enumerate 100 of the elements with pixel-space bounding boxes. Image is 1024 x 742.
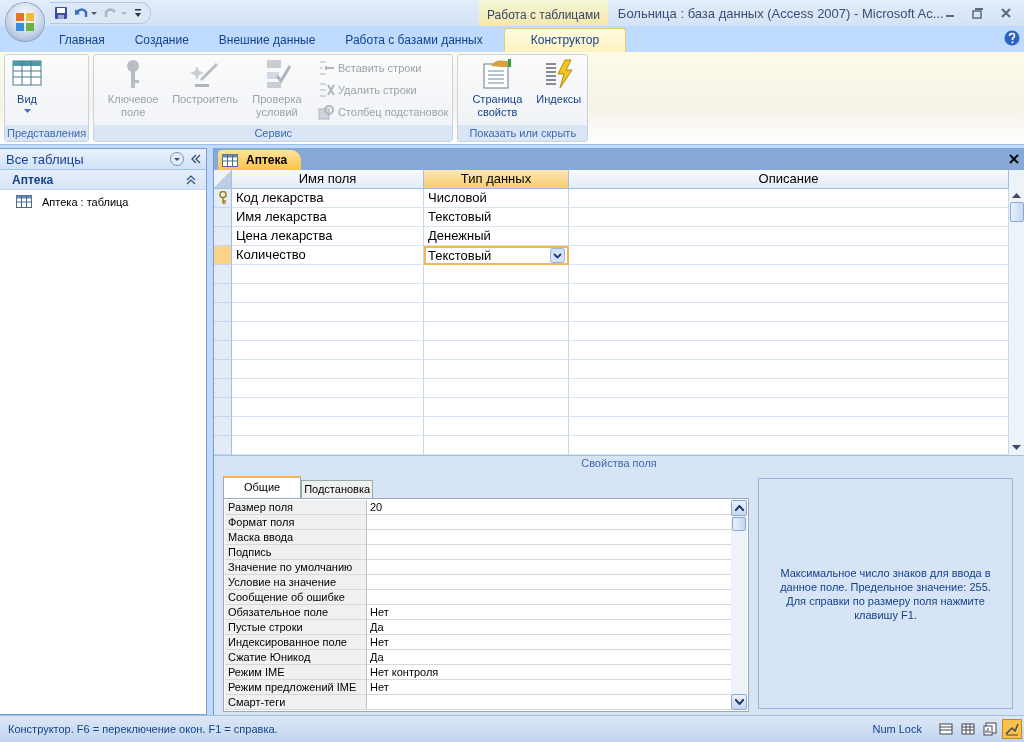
property-label: Подпись bbox=[225, 545, 367, 560]
pivot-chart-icon bbox=[982, 721, 998, 737]
property-field[interactable]: Да bbox=[367, 620, 731, 635]
design-view-icon bbox=[1004, 721, 1020, 737]
scroll-thumb[interactable] bbox=[732, 517, 746, 531]
table-cell: Количество bbox=[232, 246, 424, 265]
row-selector[interactable] bbox=[214, 417, 232, 436]
view-button[interactable] bbox=[1002, 719, 1022, 739]
customize-icon[interactable] bbox=[134, 8, 142, 18]
column-header[interactable]: Тип данных bbox=[424, 170, 569, 189]
property-tab[interactable]: Общие bbox=[223, 476, 302, 498]
row-selector[interactable] bbox=[214, 246, 232, 265]
ribbon-tab[interactable]: Внешние данные bbox=[203, 29, 331, 52]
ribbon-tab[interactable]: Главная bbox=[44, 29, 120, 52]
table-icon bbox=[16, 195, 32, 208]
group-label: Представления bbox=[5, 125, 89, 141]
collapse-pane-icon[interactable] bbox=[190, 153, 202, 165]
squares-icon bbox=[14, 11, 36, 33]
row-selector[interactable] bbox=[214, 265, 232, 284]
scroll-up-icon bbox=[734, 505, 744, 511]
table-cell: Код лекарства bbox=[232, 189, 424, 208]
scroll-thumb[interactable] bbox=[1009, 202, 1024, 222]
help-text: Максимальное число знаков для ввода в данное поле. Предельное значение: 255. Для справки по размеру поля нажмите клавишу F1. bbox=[779, 565, 992, 622]
property-label: Сообщение об ошибке bbox=[225, 590, 367, 605]
property-label: Режим предложений IME bbox=[225, 680, 367, 695]
column-header[interactable]: Описание bbox=[569, 170, 1009, 189]
datasheet-view-icon bbox=[938, 721, 954, 737]
group-label: Сервис bbox=[94, 125, 453, 141]
row-selector[interactable] bbox=[214, 322, 232, 341]
close-icon[interactable] bbox=[1009, 154, 1019, 164]
data-type-dropdown[interactable]: Текстовый bbox=[424, 246, 569, 265]
select-all-corner[interactable] bbox=[214, 170, 232, 189]
ribbon-tab[interactable]: Создание bbox=[119, 29, 204, 52]
property-label: Формат поля bbox=[225, 515, 367, 530]
row-selector[interactable] bbox=[214, 208, 232, 227]
property-sheet-icon bbox=[481, 58, 514, 90]
group-label: Показать или скрыть bbox=[458, 125, 588, 141]
scroll-down-button[interactable] bbox=[731, 694, 747, 710]
table-icon bbox=[222, 153, 238, 167]
caret-icon bbox=[23, 109, 31, 113]
help-icon[interactable] bbox=[1004, 30, 1020, 46]
save-icon[interactable] bbox=[54, 6, 68, 20]
property-field[interactable]: Нет bbox=[367, 680, 731, 695]
scroll-up-icon bbox=[1012, 192, 1021, 198]
ribbon-button[interactable]: Индексы bbox=[534, 58, 584, 125]
collapse-icon bbox=[186, 174, 196, 185]
table-cell: Текстовый bbox=[424, 208, 569, 227]
ribbon-tab[interactable]: Работа с базами данных bbox=[330, 29, 498, 52]
property-label: Маска ввода bbox=[225, 530, 367, 545]
property-label: Значение по умолчанию bbox=[225, 560, 367, 575]
property-tab[interactable]: Подстановка bbox=[301, 480, 374, 498]
redo-icon[interactable] bbox=[104, 6, 128, 20]
scrollbar[interactable] bbox=[1009, 170, 1024, 455]
table-cell: Числовой bbox=[424, 189, 569, 208]
row-selector[interactable] bbox=[214, 227, 232, 246]
property-field[interactable]: 20 bbox=[367, 500, 731, 515]
pivot-table-icon bbox=[960, 721, 976, 737]
property-label: Сжатие Юникод bbox=[225, 650, 367, 665]
row-selector[interactable] bbox=[214, 436, 232, 455]
row-selector[interactable] bbox=[214, 303, 232, 322]
lookup-column-icon bbox=[317, 103, 336, 120]
property-field[interactable]: Нет bbox=[367, 605, 731, 620]
scrollbar[interactable] bbox=[731, 500, 747, 710]
document-tab[interactable]: Аптека bbox=[218, 150, 302, 170]
scroll-down-icon bbox=[734, 699, 744, 705]
property-label: Размер поля bbox=[225, 500, 367, 515]
nav-group-header[interactable]: Аптека bbox=[0, 170, 206, 190]
dropdown-icon[interactable] bbox=[170, 152, 184, 166]
restore-icon[interactable] bbox=[972, 7, 984, 19]
context-tab-label: Работа с таблицами bbox=[479, 0, 608, 26]
property-label: Обязательное поле bbox=[225, 605, 367, 620]
table-cell: Цена лекарства bbox=[232, 227, 424, 246]
row-selector[interactable] bbox=[214, 398, 232, 417]
window-title: Больница : база данных (Access 2007) - Microsoft Ac... bbox=[617, 5, 944, 21]
property-field[interactable]: Да bbox=[367, 650, 731, 665]
table-cell: Имя лекарства bbox=[232, 208, 424, 227]
row-selector[interactable] bbox=[214, 341, 232, 360]
property-label: Условие на значение bbox=[225, 575, 367, 590]
ribbon-tab[interactable]: Конструктор bbox=[503, 28, 627, 52]
nav-item[interactable]: Аптека : таблица bbox=[0, 190, 206, 208]
ribbon-button[interactable]: Страница свойств bbox=[462, 58, 533, 125]
table-cell: Денежный bbox=[424, 227, 569, 246]
status-text: Конструктор. F6 = переключение окон. F1 = справка. bbox=[8, 723, 278, 735]
row-selector[interactable] bbox=[214, 189, 232, 208]
property-field[interactable]: Нет контроля bbox=[367, 665, 731, 680]
insert-rows-icon bbox=[317, 59, 336, 76]
scroll-up-button[interactable] bbox=[731, 500, 747, 516]
section-title: Свойства поля bbox=[580, 456, 658, 470]
undo-icon[interactable] bbox=[74, 6, 98, 20]
row-selector[interactable] bbox=[214, 379, 232, 398]
row-selector[interactable] bbox=[214, 284, 232, 303]
property-label: Смарт-теги bbox=[225, 695, 367, 710]
property-field[interactable]: Нет bbox=[367, 635, 731, 650]
row-selector[interactable] bbox=[214, 360, 232, 379]
ribbon-button[interactable]: Вид bbox=[9, 58, 45, 125]
close-icon[interactable] bbox=[1000, 7, 1012, 19]
view-button[interactable] bbox=[980, 719, 1000, 739]
status-indicator: Num Lock bbox=[872, 723, 923, 735]
delete-rows-icon bbox=[317, 81, 336, 98]
column-header[interactable]: Имя поля bbox=[232, 170, 424, 189]
